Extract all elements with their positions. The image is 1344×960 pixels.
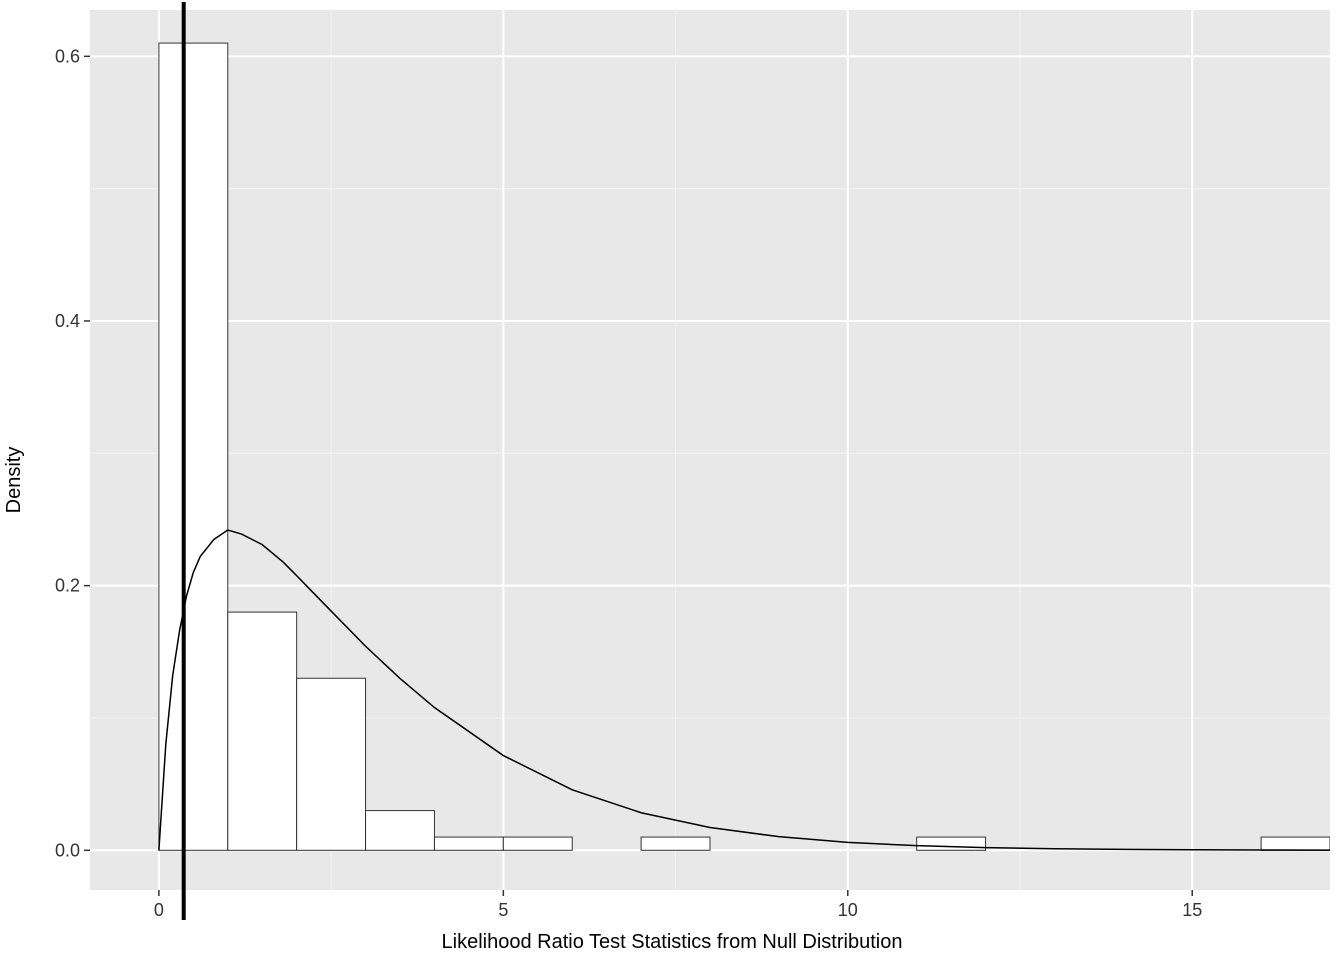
histogram-bar — [228, 612, 297, 850]
histogram-bar — [297, 678, 366, 850]
x-tick-label: 15 — [1182, 900, 1202, 920]
histogram-bar — [503, 837, 572, 850]
histogram-bar — [917, 837, 986, 850]
histogram-bar — [1261, 837, 1330, 850]
histogram-bar — [159, 43, 228, 850]
x-tick-label: 5 — [498, 900, 508, 920]
y-axis-label: Density — [3, 447, 26, 514]
y-tick-label: 0.0 — [55, 840, 80, 860]
x-tick-label: 0 — [154, 900, 164, 920]
y-tick-label: 0.4 — [55, 311, 80, 331]
x-tick-label: 10 — [838, 900, 858, 920]
y-tick-label: 0.2 — [55, 576, 80, 596]
plot-panel — [90, 10, 1330, 890]
histogram-bar — [641, 837, 710, 850]
histogram-bar — [366, 811, 435, 851]
chart-container: Density 0.0 0.2 0.4 0.6 0 5 10 15 Likelihood Ra… — [0, 0, 1344, 960]
x-axis-label: Likelihood Ratio Test Statistics from Nu… — [0, 931, 1344, 954]
y-tick-label: 0.6 — [55, 46, 80, 66]
plot-svg — [90, 10, 1330, 890]
histogram-bar — [434, 837, 503, 850]
